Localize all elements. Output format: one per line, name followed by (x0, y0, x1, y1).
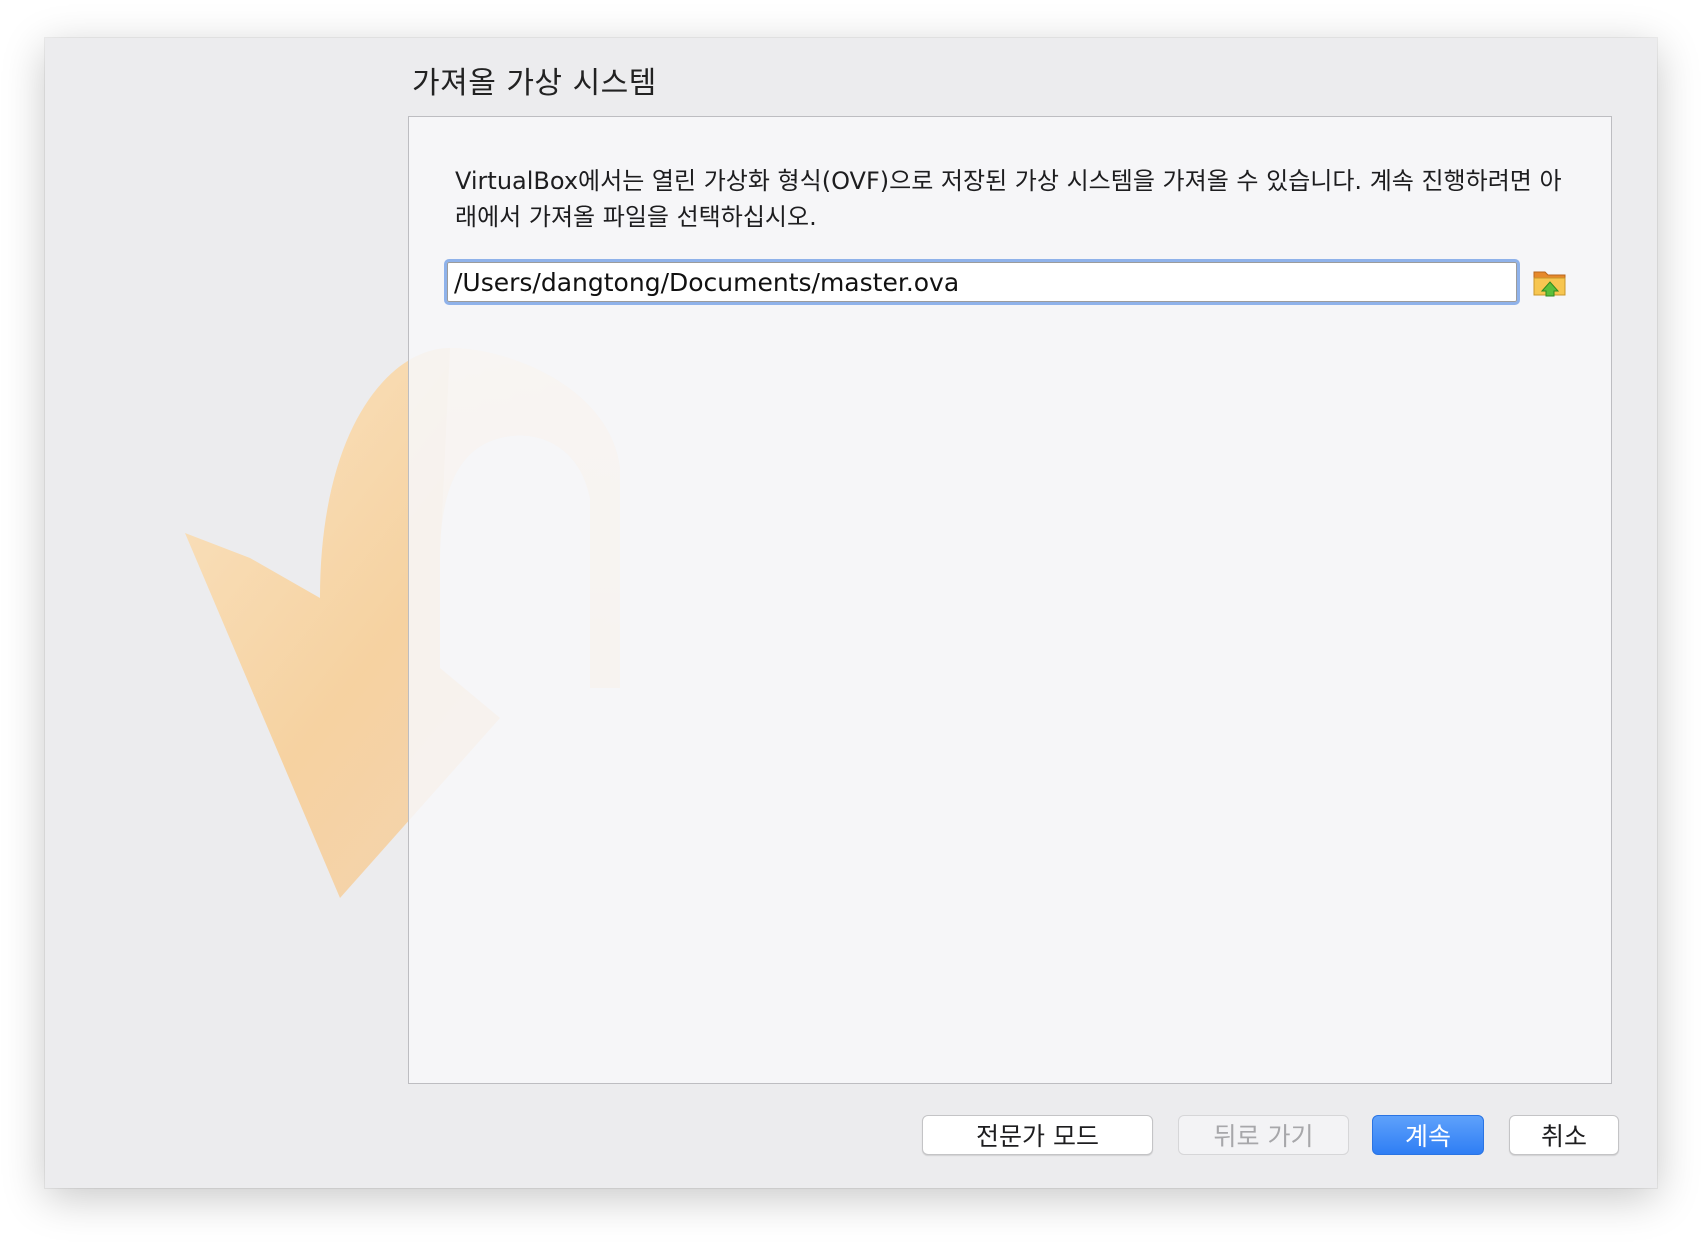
import-appliance-dialog: 가져올 가상 시스템 VirtualBox에서는 열린 가상화 형식(OVF)으… (45, 38, 1657, 1188)
expert-mode-button[interactable]: 전문가 모드 (922, 1115, 1153, 1155)
description-text: VirtualBox에서는 열린 가상화 형식(OVF)으로 저장된 가상 시스… (455, 167, 1562, 231)
continue-button[interactable]: 계속 (1372, 1115, 1484, 1155)
cancel-button[interactable]: 취소 (1509, 1115, 1619, 1155)
back-button[interactable]: 뒤로 가기 (1178, 1115, 1349, 1155)
file-path-input[interactable] (444, 259, 1520, 305)
content-panel: VirtualBox에서는 열린 가상화 형식(OVF)으로 저장된 가상 시스… (408, 116, 1612, 1084)
folder-open-icon[interactable] (1531, 263, 1569, 301)
page-title: 가져올 가상 시스템 (412, 66, 657, 101)
